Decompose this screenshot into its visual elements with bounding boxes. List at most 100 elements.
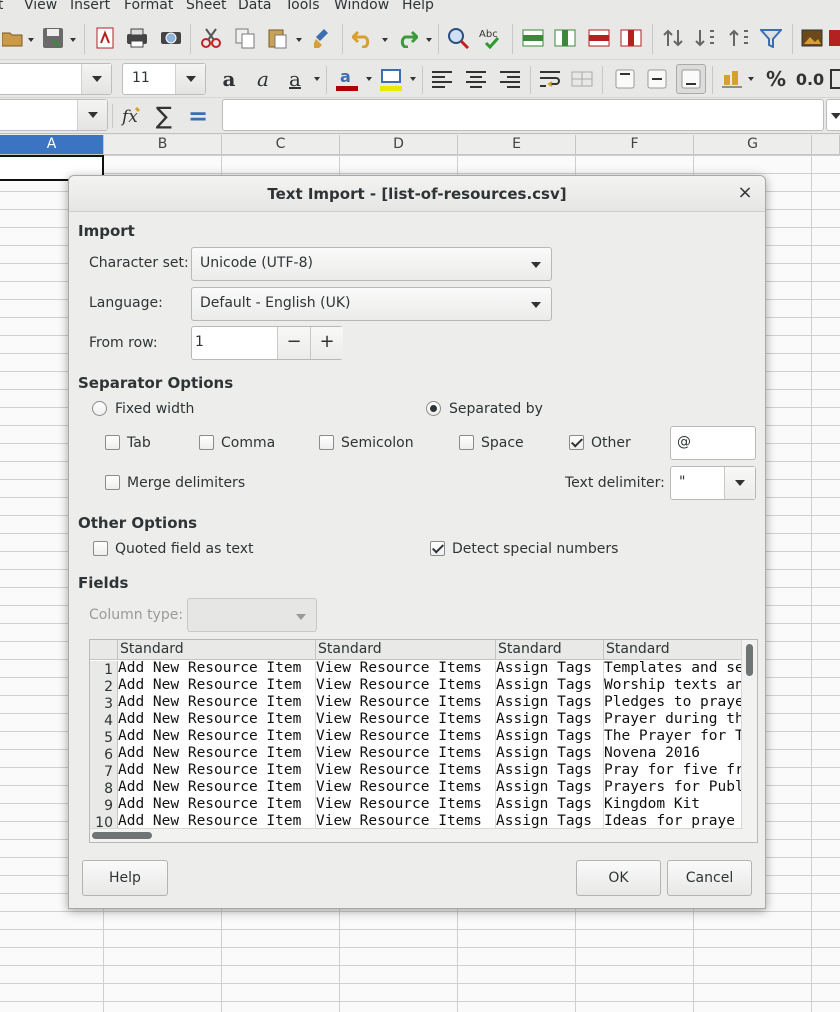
insert-row-icon[interactable] xyxy=(520,26,546,50)
comma-label[interactable]: Comma xyxy=(221,435,275,451)
column-header-e[interactable]: E xyxy=(458,135,576,155)
find-replace-icon[interactable] xyxy=(446,26,472,50)
comma-checkbox[interactable] xyxy=(199,435,214,450)
open-icon[interactable] xyxy=(0,26,26,50)
quoted-field-label[interactable]: Quoted field as text xyxy=(115,541,254,557)
preview-column-header[interactable]: Standard xyxy=(496,640,604,660)
space-checkbox[interactable] xyxy=(459,435,474,450)
separated-by-radio[interactable] xyxy=(426,401,441,416)
formula-input[interactable] xyxy=(222,99,824,131)
percent-format-icon[interactable]: % xyxy=(762,66,790,92)
font-color-dropdown-icon[interactable] xyxy=(366,77,372,81)
help-button[interactable]: Help xyxy=(82,860,168,896)
save-dropdown-icon[interactable] xyxy=(70,38,76,42)
menu-sheet[interactable]: Sheet xyxy=(186,0,226,13)
ok-button[interactable]: OK xyxy=(576,860,661,896)
decrement-button[interactable]: − xyxy=(277,327,310,359)
semicolon-checkbox[interactable] xyxy=(319,435,334,450)
column-header-g[interactable]: G xyxy=(694,135,812,155)
add-decimal-icon[interactable] xyxy=(830,66,840,92)
currency-format-icon[interactable] xyxy=(720,66,744,92)
align-right-icon[interactable] xyxy=(498,68,522,90)
charset-dropdown[interactable]: Unicode (UTF-8) xyxy=(191,247,552,281)
export-pdf-icon[interactable] xyxy=(92,26,118,50)
sort-icon[interactable] xyxy=(660,26,686,50)
insert-column-icon[interactable] xyxy=(552,26,578,50)
undo-icon[interactable] xyxy=(350,26,376,50)
highlight-color-icon[interactable] xyxy=(378,65,404,93)
underline-icon[interactable]: a xyxy=(284,67,306,91)
detect-special-numbers-checkbox[interactable] xyxy=(430,541,445,556)
separated-by-label[interactable]: Separated by xyxy=(449,401,543,417)
column-header-h[interactable] xyxy=(812,135,840,155)
other-checkbox[interactable] xyxy=(569,435,584,450)
redo-dropdown-icon[interactable] xyxy=(426,38,432,42)
sort-descending-icon[interactable] xyxy=(726,26,752,50)
menu-help[interactable]: Help xyxy=(402,0,434,13)
tab-label[interactable]: Tab xyxy=(127,435,151,451)
font-name-combo[interactable] xyxy=(0,63,112,95)
align-middle-icon[interactable] xyxy=(644,66,670,92)
function-wizard-icon[interactable]: fx xyxy=(120,104,144,128)
merge-delimiters-label[interactable]: Merge delimiters xyxy=(127,475,245,491)
italic-icon[interactable]: a xyxy=(252,67,274,91)
font-color-icon[interactable]: a xyxy=(334,65,360,93)
redo-icon[interactable] xyxy=(394,26,420,50)
column-header-f[interactable]: F xyxy=(576,135,694,155)
chevron-down-icon[interactable] xyxy=(81,64,111,94)
sum-icon[interactable]: ∑ xyxy=(152,102,176,130)
currency-dropdown-icon[interactable] xyxy=(748,77,754,81)
quoted-field-checkbox[interactable] xyxy=(93,541,108,556)
chevron-down-icon[interactable] xyxy=(724,467,755,499)
save-icon[interactable] xyxy=(40,26,66,50)
chevron-down-icon[interactable] xyxy=(175,64,205,94)
from-row-spinner[interactable]: 1 − + xyxy=(191,326,343,360)
underline-dropdown-icon[interactable] xyxy=(314,77,320,81)
tab-checkbox[interactable] xyxy=(105,435,120,450)
preview-column-header[interactable]: Standard xyxy=(316,640,496,660)
column-header-b[interactable]: B xyxy=(104,135,222,155)
language-dropdown[interactable]: Default - English (UK) xyxy=(191,287,552,321)
autofilter-icon[interactable] xyxy=(758,26,784,50)
insert-image-icon[interactable] xyxy=(800,26,824,50)
merge-delimiters-checkbox[interactable] xyxy=(105,475,120,490)
open-dropdown-icon[interactable] xyxy=(28,38,34,42)
print-preview-icon[interactable] xyxy=(158,26,184,50)
align-left-icon[interactable] xyxy=(430,68,454,90)
menu-insert[interactable]: Insert xyxy=(70,0,110,13)
wrap-text-icon[interactable] xyxy=(538,68,562,90)
align-top-icon[interactable] xyxy=(612,66,638,92)
align-bottom-icon[interactable] xyxy=(676,64,706,94)
print-icon[interactable] xyxy=(124,26,150,50)
spellcheck-icon[interactable]: Abc xyxy=(478,26,506,50)
insert-chart-icon[interactable] xyxy=(828,26,840,50)
space-label[interactable]: Space xyxy=(481,435,524,451)
preview-horizontal-scrollbar[interactable] xyxy=(90,828,743,842)
menu-tools[interactable]: Tools xyxy=(285,0,320,13)
align-center-icon[interactable] xyxy=(464,68,488,90)
merge-cells-icon[interactable] xyxy=(570,68,594,90)
column-header-d[interactable]: D xyxy=(340,135,458,155)
scrollbar-thumb[interactable] xyxy=(746,644,753,676)
decimal-format-icon[interactable]: 0.0 xyxy=(794,66,826,92)
preview-column-header[interactable]: Standard xyxy=(604,640,743,660)
menu-file[interactable]: it xyxy=(0,0,3,13)
bold-icon[interactable]: a xyxy=(218,67,240,91)
text-delimiter-value[interactable]: " xyxy=(679,474,685,490)
paste-icon[interactable] xyxy=(264,26,290,50)
preview-vertical-scrollbar[interactable] xyxy=(741,640,757,842)
cancel-button[interactable]: Cancel xyxy=(667,860,752,896)
fields-preview-table[interactable]: Standard Standard Standard Standard 1 Add… xyxy=(89,639,758,843)
from-row-value[interactable]: 1 xyxy=(195,334,204,350)
detect-special-numbers-label[interactable]: Detect special numbers xyxy=(452,541,618,557)
menu-format[interactable]: Format xyxy=(124,0,173,13)
preview-column-header[interactable]: Standard xyxy=(118,640,316,660)
menu-window[interactable]: Window xyxy=(334,0,389,13)
delete-row-icon[interactable] xyxy=(586,26,612,50)
text-delimiter-combo[interactable]: " xyxy=(670,466,756,500)
copy-icon[interactable] xyxy=(232,26,258,50)
chevron-down-icon[interactable] xyxy=(77,100,107,130)
expand-formula-button[interactable] xyxy=(826,99,840,131)
semicolon-label[interactable]: Semicolon xyxy=(341,435,414,451)
dialog-titlebar[interactable]: Text Import - [list-of-resources.csv] × xyxy=(69,176,765,212)
